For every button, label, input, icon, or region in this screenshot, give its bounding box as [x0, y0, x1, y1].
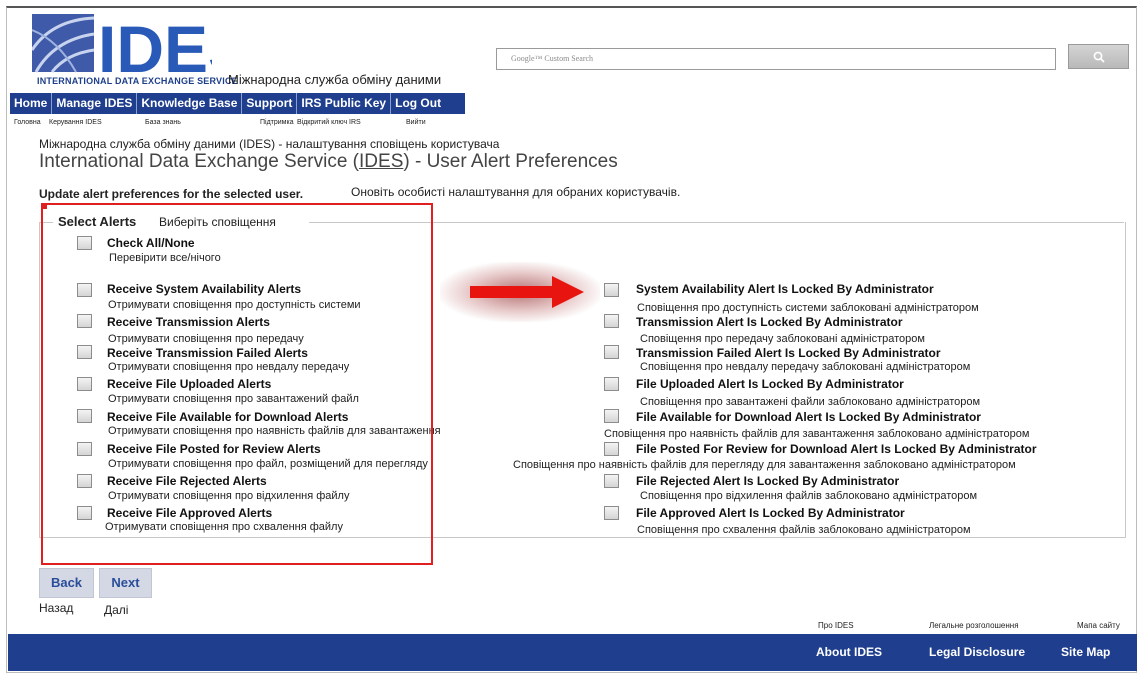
search-icon — [1093, 51, 1105, 63]
nav-home-translation: Головна — [14, 119, 41, 126]
footer-sitemap-translation: Мапа сайту — [1077, 621, 1120, 630]
nav-logout-translation: Вийти — [406, 119, 426, 126]
checkbox-transmission-locked[interactable] — [604, 314, 619, 328]
nav-kb-translation: База знань — [145, 119, 181, 126]
nav-support-translation: Підтримка — [260, 119, 294, 126]
next-button[interactable]: Next — [99, 568, 152, 598]
translation-file-posted-locked: Сповіщення про наявність файлів для пере… — [513, 459, 1016, 471]
checkbox-transmission-failed-locked[interactable] — [604, 345, 619, 359]
label-file-approved-locked: File Approved Alert Is Locked By Adminis… — [636, 506, 905, 520]
translation-file-uploaded-locked: Сповіщення про завантажені файли заблоко… — [640, 396, 981, 408]
nav-log-out[interactable]: Log Out — [391, 93, 445, 114]
search-input[interactable]: Google™ Custom Search — [496, 48, 1056, 70]
checkbox-file-approved-locked[interactable] — [604, 506, 619, 520]
checkbox-file-rejected-locked[interactable] — [604, 474, 619, 488]
back-button[interactable]: Back — [39, 568, 94, 598]
label-system-availability-locked: System Availability Alert Is Locked By A… — [636, 282, 934, 296]
nav-support[interactable]: Support — [242, 93, 298, 114]
translation-file-available-locked: Сповіщення про наявність файлів для зава… — [604, 428, 1030, 440]
footer-about-translation: Про IDES — [818, 621, 854, 630]
label-file-uploaded-locked: File Uploaded Alert Is Locked By Adminis… — [636, 377, 904, 391]
label-file-available-locked: File Available for Download Alert Is Loc… — [636, 410, 981, 424]
footer-legal-link[interactable]: Legal Disclosure — [929, 645, 1025, 659]
page-subtitle: Update alert preferences for the selecte… — [39, 187, 304, 201]
translation-file-approved-locked: Сповіщення про схвалення файлів заблоков… — [637, 524, 971, 536]
page-subtitle-translation: Оновіть особисті налаштування для обрани… — [351, 185, 681, 199]
translation-system-availability-locked: Сповіщення про доступність системи забло… — [637, 302, 979, 314]
footer-about-link[interactable]: About IDES — [816, 645, 882, 659]
page-title-translation: Міжнародна служба обміну даними (IDES) -… — [39, 137, 500, 151]
logo-text: INTERNATIONAL DATA EXCHANGE SERVICE — [37, 76, 238, 86]
checkbox-file-posted-locked[interactable] — [604, 442, 619, 456]
annotation-box — [41, 203, 433, 565]
back-translation: Назад — [39, 601, 74, 615]
checkbox-file-uploaded-locked[interactable] — [604, 377, 619, 391]
main-nav: Home Manage IDES Knowledge Base Support … — [10, 93, 465, 114]
next-translation: Далі — [104, 603, 129, 617]
label-file-posted-locked: File Posted For Review for Download Aler… — [636, 442, 1037, 456]
checkbox-file-available-locked[interactable] — [604, 409, 619, 423]
logo-translation: Міжнародна служба обміну даними — [228, 72, 442, 87]
nav-manage-translation: Керування IDES — [49, 119, 102, 126]
nav-home[interactable]: Home — [10, 93, 53, 114]
footer-sitemap-link[interactable]: Site Map — [1061, 645, 1110, 659]
page-title: International Data Exchange Service (IDE… — [39, 151, 618, 172]
search-button[interactable] — [1068, 44, 1129, 69]
footer-legal-translation: Легальне розголошення — [929, 621, 1019, 630]
logo-mark: IDES — [98, 12, 212, 80]
label-file-rejected-locked: File Rejected Alert Is Locked By Adminis… — [636, 474, 900, 488]
translation-file-rejected-locked: Сповіщення про відхилення файлів заблоко… — [640, 490, 978, 502]
checkbox-system-availability-locked[interactable] — [604, 283, 619, 297]
arrow-right-icon — [470, 276, 584, 308]
label-transmission-failed-locked: Transmission Failed Alert Is Locked By A… — [636, 346, 941, 360]
translation-transmission-locked: Сповіщення про передачу заблоковані адмі… — [640, 333, 925, 345]
translation-transmission-failed-locked: Сповіщення про невдалу передачу заблоков… — [640, 361, 971, 373]
nav-irs-translation: Відкритий ключ IRS — [297, 119, 361, 126]
nav-manage-ides[interactable]: Manage IDES — [52, 93, 138, 114]
nav-knowledge-base[interactable]: Knowledge Base — [137, 93, 243, 114]
nav-irs-public-key[interactable]: IRS Public Key — [297, 93, 392, 114]
label-transmission-locked: Transmission Alert Is Locked By Administ… — [636, 315, 903, 329]
